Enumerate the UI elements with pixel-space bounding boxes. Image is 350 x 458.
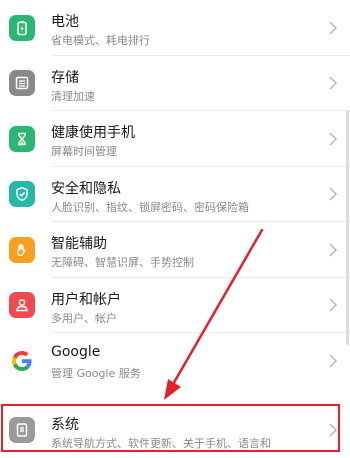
chevron-right-icon [326, 20, 340, 36]
user-icon [9, 292, 35, 318]
settings-item-title: 健康使用手机 [51, 122, 135, 142]
settings-item-title: 用户和帐户 [51, 289, 121, 309]
hourglass-icon [9, 126, 35, 152]
google-icon [9, 348, 35, 374]
settings-item-subtitle: 多用户、帐户 [51, 310, 117, 326]
settings-item-subtitle: 无障碍、智慧识屏、手势控制 [51, 254, 194, 270]
settings-item-google[interactable]: Google 管理 Google 服务 [0, 333, 350, 389]
settings-item-digital-balance[interactable]: 健康使用手机 屏幕时间管理 [0, 111, 350, 167]
storage-icon [9, 70, 35, 96]
scrollbar[interactable] [346, 110, 349, 345]
settings-item-users-accounts[interactable]: 用户和帐户 多用户、帐户 [0, 278, 350, 334]
shield-check-icon [9, 181, 35, 207]
settings-item-smart-assistance[interactable]: 智能辅助 无障碍、智慧识屏、手势控制 [0, 222, 350, 278]
chevron-right-icon [326, 186, 340, 202]
section-gap [0, 389, 350, 403]
chevron-right-icon [326, 297, 340, 313]
settings-item-title: 存储 [51, 67, 79, 87]
settings-item-title: Google [51, 344, 100, 360]
highlight-box [1, 404, 340, 452]
settings-list: 电池 省电模式、耗电排行 存储 清理加速 健康使用手机 屏幕时间管理 安全和隐私… [0, 0, 350, 458]
settings-item-subtitle: 清理加速 [51, 88, 95, 104]
chevron-right-icon [326, 131, 340, 147]
hand-icon [9, 237, 35, 263]
settings-item-subtitle: 屏幕时间管理 [51, 143, 117, 159]
chevron-right-icon [326, 242, 340, 258]
battery-icon [9, 15, 35, 41]
settings-item-title: 安全和隐私 [51, 178, 121, 198]
settings-item-title: 智能辅助 [51, 233, 107, 253]
settings-item-subtitle: 省电模式、耗电排行 [51, 32, 150, 48]
chevron-right-icon [326, 75, 340, 91]
settings-item-title: 电池 [51, 11, 79, 31]
chevron-right-icon [326, 353, 340, 369]
settings-item-security-privacy[interactable]: 安全和隐私 人脸识别、指纹、锁屏密码、密码保险箱 [0, 167, 350, 223]
settings-item-subtitle: 管理 Google 服务 [51, 365, 141, 381]
settings-item-subtitle: 人脸识别、指纹、锁屏密码、密码保险箱 [51, 199, 249, 215]
settings-item-storage[interactable]: 存储 清理加速 [0, 56, 350, 112]
settings-item-battery[interactable]: 电池 省电模式、耗电排行 [0, 0, 350, 56]
